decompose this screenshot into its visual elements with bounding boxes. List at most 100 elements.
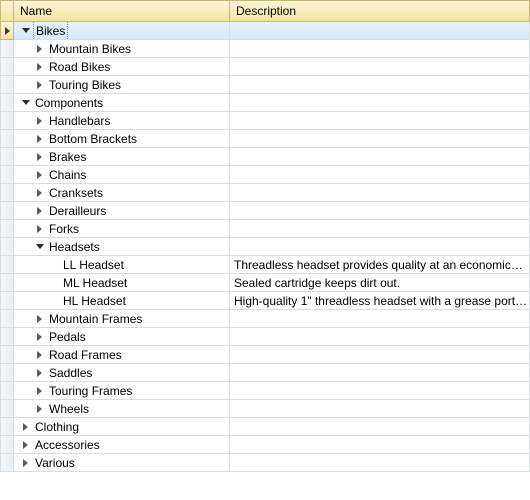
chevron-right-icon[interactable] xyxy=(34,61,45,72)
name-cell[interactable]: Bikes xyxy=(14,22,230,40)
tree-row[interactable]: Chains xyxy=(0,166,530,184)
chevron-right-icon[interactable] xyxy=(20,457,31,468)
name-cell[interactable]: Various xyxy=(14,454,230,472)
name-cell[interactable]: Cranksets xyxy=(14,184,230,202)
chevron-right-icon[interactable] xyxy=(34,205,45,216)
description-cell[interactable] xyxy=(230,238,530,256)
column-header-name[interactable]: Name xyxy=(14,0,230,22)
tree-row[interactable]: Bottom Brackets xyxy=(0,130,530,148)
tree-row[interactable]: Accessories xyxy=(0,436,530,454)
tree-row[interactable]: Handlebars xyxy=(0,112,530,130)
description-cell[interactable]: Threadless headset provides quality at a… xyxy=(230,256,530,274)
name-cell[interactable]: ML Headset xyxy=(14,274,230,292)
name-cell[interactable]: Components xyxy=(14,94,230,112)
description-cell[interactable] xyxy=(230,40,530,58)
description-cell[interactable]: High-quality 1" threadless headset with … xyxy=(230,292,530,310)
description-cell[interactable] xyxy=(230,454,530,472)
tree-row[interactable]: Cranksets xyxy=(0,184,530,202)
description-cell[interactable] xyxy=(230,202,530,220)
tree-row[interactable]: Wheels xyxy=(0,400,530,418)
description-cell[interactable] xyxy=(230,220,530,238)
chevron-right-icon[interactable] xyxy=(20,421,31,432)
tree-row[interactable]: Saddles xyxy=(0,364,530,382)
tree-row[interactable]: Mountain Frames xyxy=(0,310,530,328)
description-cell[interactable] xyxy=(230,76,530,94)
name-cell[interactable]: Forks xyxy=(14,220,230,238)
column-header-description[interactable]: Description xyxy=(230,0,530,22)
name-cell[interactable]: Headsets xyxy=(14,238,230,256)
chevron-right-icon[interactable] xyxy=(34,385,45,396)
chevron-right-icon[interactable] xyxy=(34,349,45,360)
description-cell[interactable] xyxy=(230,184,530,202)
node-label: Headsets xyxy=(47,238,100,256)
tree-row[interactable]: Mountain Bikes xyxy=(0,40,530,58)
tree-row[interactable]: ML HeadsetSealed cartridge keeps dirt ou… xyxy=(0,274,530,292)
name-cell[interactable]: Handlebars xyxy=(14,112,230,130)
description-cell[interactable] xyxy=(230,382,530,400)
description-cell[interactable] xyxy=(230,310,530,328)
chevron-down-icon[interactable] xyxy=(20,25,31,36)
tree-row[interactable]: HL HeadsetHigh-quality 1" threadless hea… xyxy=(0,292,530,310)
description-cell[interactable] xyxy=(230,418,530,436)
chevron-right-icon[interactable] xyxy=(34,367,45,378)
description-cell[interactable] xyxy=(230,400,530,418)
name-cell[interactable]: Derailleurs xyxy=(14,202,230,220)
name-cell[interactable]: Pedals xyxy=(14,328,230,346)
chevron-down-icon[interactable] xyxy=(20,97,31,108)
name-cell[interactable]: Road Bikes xyxy=(14,58,230,76)
tree-row[interactable]: Components xyxy=(0,94,530,112)
tree-row[interactable]: Forks xyxy=(0,220,530,238)
name-cell[interactable]: Touring Bikes xyxy=(14,76,230,94)
name-cell[interactable]: Mountain Bikes xyxy=(14,40,230,58)
description-cell[interactable]: Sealed cartridge keeps dirt out. xyxy=(230,274,530,292)
tree-row[interactable]: Headsets xyxy=(0,238,530,256)
tree-row[interactable]: Clothing xyxy=(0,418,530,436)
chevron-right-icon[interactable] xyxy=(34,151,45,162)
description-cell[interactable] xyxy=(230,364,530,382)
chevron-right-icon[interactable] xyxy=(34,187,45,198)
chevron-right-icon[interactable] xyxy=(34,169,45,180)
tree-row[interactable]: Bikes xyxy=(0,22,530,40)
chevron-right-icon[interactable] xyxy=(20,439,31,450)
name-cell[interactable]: HL Headset xyxy=(14,292,230,310)
tree-row[interactable]: LL HeadsetThreadless headset provides qu… xyxy=(0,256,530,274)
tree-row[interactable]: Road Bikes xyxy=(0,58,530,76)
description-cell[interactable] xyxy=(230,166,530,184)
name-cell[interactable]: Brakes xyxy=(14,148,230,166)
chevron-right-icon[interactable] xyxy=(34,313,45,324)
tree-row[interactable]: Road Frames xyxy=(0,346,530,364)
name-cell[interactable]: Chains xyxy=(14,166,230,184)
name-cell[interactable]: Bottom Brackets xyxy=(14,130,230,148)
tree-row[interactable]: Brakes xyxy=(0,148,530,166)
name-cell[interactable]: Wheels xyxy=(14,400,230,418)
name-cell[interactable]: LL Headset xyxy=(14,256,230,274)
description-cell[interactable] xyxy=(230,436,530,454)
tree-row[interactable]: Pedals xyxy=(0,328,530,346)
description-cell[interactable] xyxy=(230,130,530,148)
tree-row[interactable]: Derailleurs xyxy=(0,202,530,220)
description-cell[interactable] xyxy=(230,58,530,76)
description-cell[interactable] xyxy=(230,148,530,166)
chevron-right-icon[interactable] xyxy=(34,115,45,126)
name-cell[interactable]: Clothing xyxy=(14,418,230,436)
chevron-right-icon[interactable] xyxy=(34,79,45,90)
description-cell[interactable] xyxy=(230,328,530,346)
chevron-down-icon[interactable] xyxy=(34,241,45,252)
chevron-right-icon[interactable] xyxy=(34,43,45,54)
tree-row[interactable]: Touring Frames xyxy=(0,382,530,400)
chevron-right-icon[interactable] xyxy=(34,403,45,414)
description-cell[interactable] xyxy=(230,112,530,130)
chevron-right-icon[interactable] xyxy=(34,223,45,234)
description-cell[interactable] xyxy=(230,94,530,112)
name-cell[interactable]: Touring Frames xyxy=(14,382,230,400)
name-cell[interactable]: Road Frames xyxy=(14,346,230,364)
description-cell[interactable] xyxy=(230,346,530,364)
chevron-right-icon[interactable] xyxy=(34,331,45,342)
tree-row[interactable]: Touring Bikes xyxy=(0,76,530,94)
tree-row[interactable]: Various xyxy=(0,454,530,472)
name-cell[interactable]: Accessories xyxy=(14,436,230,454)
name-cell[interactable]: Saddles xyxy=(14,364,230,382)
description-cell[interactable] xyxy=(230,22,530,40)
name-cell[interactable]: Mountain Frames xyxy=(14,310,230,328)
chevron-right-icon[interactable] xyxy=(34,133,45,144)
